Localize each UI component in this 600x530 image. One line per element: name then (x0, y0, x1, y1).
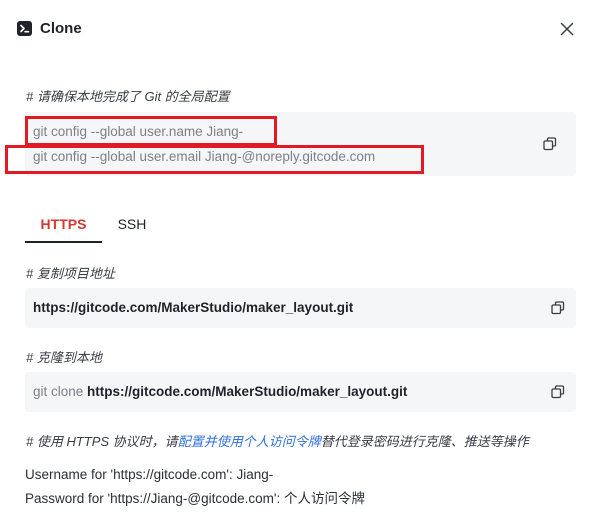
copy-icon (543, 137, 557, 151)
clone-command-prefix: git clone (33, 384, 88, 399)
copy-icon (551, 385, 565, 399)
tab-ssh[interactable]: SSH (108, 206, 156, 242)
tip-prefix: # 使用 HTTPS 协议时，请 (26, 434, 178, 449)
dialog-title: Clone (40, 20, 82, 37)
clone-command-box: git clone https://gitcode.com/MakerStudi… (25, 372, 576, 412)
token-setup-link[interactable]: 配置并使用个人访问令牌 (178, 434, 321, 449)
tab-ssh-label: SSH (117, 216, 147, 232)
config-copy-button[interactable] (541, 135, 559, 153)
highlight-box-name (25, 116, 277, 146)
repo-url-value: https://gitcode.com/MakerStudio/maker_la… (33, 300, 354, 315)
highlight-box-email (5, 145, 424, 174)
clone-dialog: Clone # 请确保本地完成了 Git 的全局配置 git config --… (0, 0, 600, 530)
tab-https[interactable]: HTTPS (25, 206, 102, 243)
clone-command-copy-button[interactable] (549, 383, 567, 401)
repo-url-box: https://gitcode.com/MakerStudio/maker_la… (25, 288, 576, 328)
copy-url-section-label: # 复制项目地址 (26, 266, 115, 281)
dialog-header: Clone (0, 0, 600, 62)
clone-command-url: https://gitcode.com/MakerStudio/maker_la… (87, 384, 408, 399)
password-line: Password for 'https://Jiang-@gitcode.com… (25, 491, 365, 506)
repo-url-copy-button[interactable] (549, 299, 567, 317)
username-line: Username for 'https://gitcode.com': Jian… (25, 467, 274, 482)
clone-section-label: # 克隆到本地 (26, 350, 102, 365)
tab-active-underline (25, 241, 102, 243)
tip-suffix: 替代登录密码进行克隆、推送等操作 (320, 434, 529, 449)
repo-url-text: https://gitcode.com/MakerStudio/maker_la… (33, 300, 353, 315)
copy-icon (551, 301, 565, 315)
close-icon (560, 22, 574, 36)
tab-https-label: HTTPS (40, 216, 87, 232)
config-section-label: # 请确保本地完成了 Git 的全局配置 (26, 89, 230, 104)
terminal-icon (17, 21, 32, 36)
close-button[interactable] (556, 18, 578, 40)
https-tip: # 使用 HTTPS 协议时，请配置并使用个人访问令牌替代登录密码进行克隆、推送… (26, 431, 529, 450)
clone-command-text: git clone https://gitcode.com/MakerStudi… (33, 384, 407, 399)
